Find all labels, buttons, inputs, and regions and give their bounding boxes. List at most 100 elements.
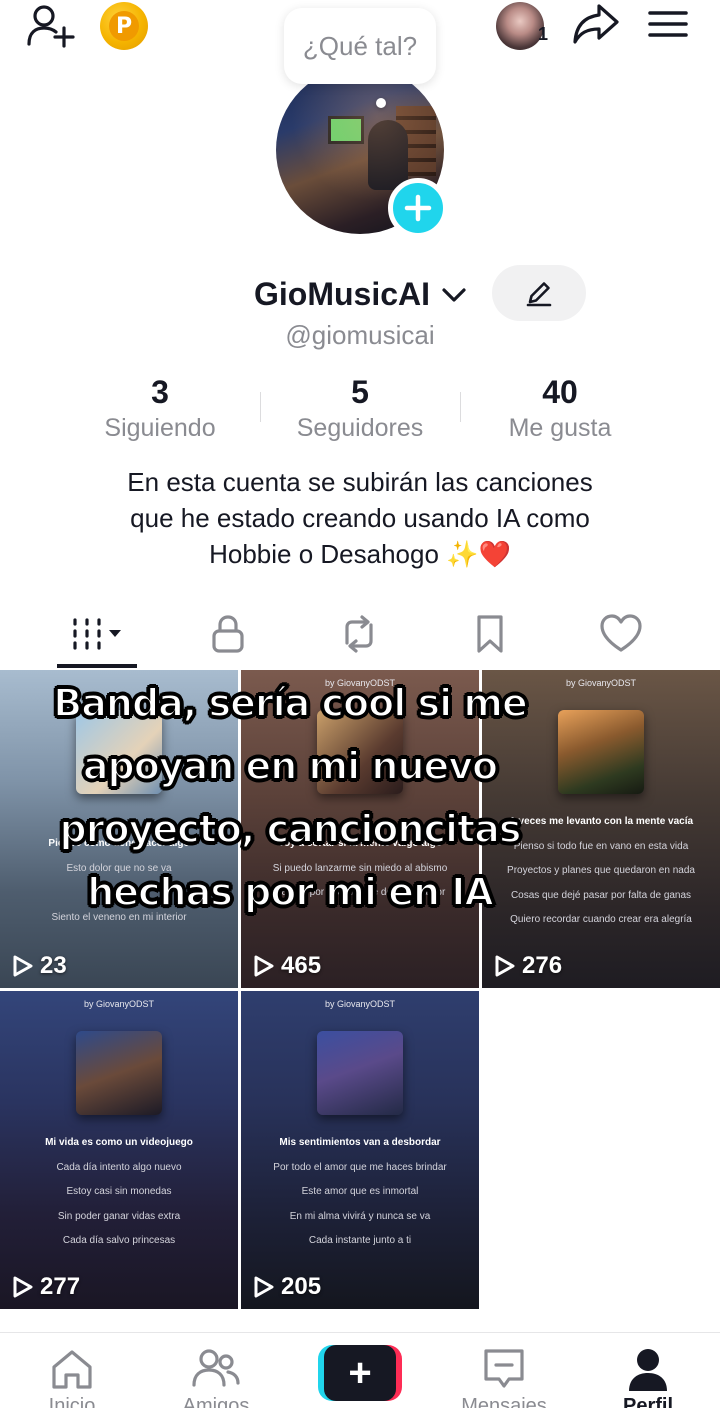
video-credit: by GiovanyODST (83, 999, 155, 1009)
view-count-value: 277 (40, 1273, 81, 1300)
tab-reposts[interactable] (319, 606, 399, 662)
bookmark-icon (477, 615, 503, 653)
edit-profile-button[interactable] (492, 265, 586, 321)
create-icon: + (324, 1345, 396, 1401)
friends-icon (192, 1349, 240, 1387)
view-count: 465 (253, 952, 321, 980)
nav-profile[interactable]: Perfil (576, 1333, 720, 1408)
notification-count: 1 (538, 24, 549, 44)
video-lyrics: Mis sentimientos van a desbordar Por tod… (241, 1131, 479, 1254)
play-icon (13, 1276, 33, 1298)
heart-icon (600, 614, 642, 652)
lyric-line: Cada día intento algo nuevo (56, 1161, 182, 1173)
coin-letter: P (109, 11, 139, 41)
nav-label: Amigos (182, 1395, 250, 1408)
create-button[interactable]: + (318, 1345, 402, 1401)
stat-divider (460, 392, 461, 422)
content-tabs (0, 600, 720, 670)
nav-home[interactable]: Inicio (0, 1333, 144, 1408)
status-bubble[interactable]: ¿Qué tal? (284, 8, 436, 84)
video-credit: by GiovanyODST (324, 999, 396, 1009)
bio-line: En esta cuenta se subirán las canciones (127, 467, 593, 497)
grid-sort-icon (73, 618, 121, 650)
view-count: 205 (253, 1273, 321, 1301)
lyric-line: Mis sentimientos van a desbordar (279, 1137, 441, 1148)
video-thumbnail-art (317, 1031, 403, 1115)
nav-create[interactable]: + (288, 1333, 432, 1408)
tab-liked[interactable] (581, 606, 661, 662)
video-lyrics: Mi vida es como un videojuego Cada día i… (0, 1131, 238, 1254)
menu-icon[interactable] (646, 6, 690, 42)
username-handle: @giomusicai (285, 320, 435, 350)
video-tile[interactable]: by GiovanyODST Mis sentimientos van a de… (241, 991, 479, 1309)
nav-friends[interactable]: Amigos (144, 1333, 288, 1408)
bio-line: Hobbie o Desahogo ✨❤️ (209, 539, 511, 569)
nav-inbox[interactable]: Mensajes (432, 1333, 576, 1408)
stat-divider (260, 392, 261, 422)
status-bubble-text: ¿Qué tal? (302, 30, 418, 61)
lock-icon (212, 615, 244, 653)
bubble-tail (376, 98, 386, 108)
repost-icon (345, 615, 373, 653)
share-icon[interactable] (570, 2, 622, 46)
plus-icon (404, 194, 432, 222)
tab-private[interactable] (188, 606, 268, 662)
view-count: 277 (12, 1273, 80, 1301)
account-switcher-avatar[interactable] (496, 2, 544, 50)
stat-value: 40 (542, 374, 578, 410)
view-count-value: 23 (40, 952, 67, 979)
stat-value: 3 (151, 374, 169, 410)
home-icon (52, 1350, 92, 1389)
lyric-line: Este amor que es inmortal (301, 1186, 419, 1197)
caption-line: apoyan en mi nuevo (82, 743, 499, 789)
view-count-value: 465 (281, 952, 322, 979)
lyric-line: Mi vida es como un videojuego (45, 1137, 193, 1148)
view-count-value: 276 (522, 952, 563, 979)
lyric-line: En mi alma vivirá y nunca se va (289, 1210, 431, 1222)
add-story-button[interactable] (388, 178, 448, 238)
stat-value: 5 (351, 374, 369, 410)
play-icon (495, 955, 515, 977)
stat-label: Seguidores (296, 414, 424, 442)
play-icon (13, 955, 33, 977)
stats-row: 3 Siguiendo 5 Seguidores 40 Me gusta (60, 372, 660, 448)
profile-bio: En esta cuenta se subirán las canciones … (60, 464, 660, 572)
caption-line: Banda, sería cool si me (52, 680, 528, 726)
view-count-value: 205 (281, 1273, 322, 1300)
stat-following[interactable]: 3 Siguiendo (60, 372, 260, 448)
name-row: GioMusicAI (0, 265, 720, 321)
play-icon (254, 1276, 274, 1298)
display-name[interactable]: GioMusicAI (254, 276, 430, 313)
stat-label: Me gusta (508, 414, 612, 442)
lyric-line: Sin poder ganar vidas extra (57, 1210, 181, 1222)
lyric-line: Por todo el amor que me haces brindar (273, 1161, 447, 1173)
video-thumbnail-art (76, 1031, 162, 1115)
coins-icon[interactable]: P (100, 2, 148, 50)
profile-icon (629, 1349, 667, 1391)
caption-line: hechas por mi en IA (86, 869, 495, 915)
stat-label: Siguiendo (104, 414, 216, 442)
view-count: 23 (12, 952, 67, 980)
caption-line: proyecto, cancioncitas (59, 806, 523, 852)
video-tile[interactable]: by GiovanyODST Mi vida es como un videoj… (0, 991, 238, 1309)
play-icon (254, 955, 274, 977)
stat-followers[interactable]: 5 Seguidores (260, 372, 460, 448)
overlay-caption: Banda, sería cool si me apoyan en mi nue… (30, 672, 550, 924)
video-thumbnail-art (558, 710, 644, 794)
tab-videos[interactable] (57, 606, 137, 662)
lyric-line: Estoy casi sin monedas (66, 1186, 172, 1197)
lyric-line: Cada día salvo princesas (62, 1235, 176, 1246)
view-count: 276 (494, 952, 562, 980)
nav-label: Inicio (48, 1395, 96, 1408)
lyric-line: Cada instante junto a ti (308, 1235, 412, 1246)
pencil-icon (526, 282, 552, 307)
add-friend-icon[interactable] (26, 2, 76, 48)
active-tab-indicator (57, 664, 137, 668)
bio-line: que he estado creando usando IA como (130, 503, 590, 533)
nav-label: Perfil (622, 1395, 674, 1408)
chevron-down-icon[interactable] (440, 284, 468, 306)
tab-favorites[interactable] (450, 606, 530, 662)
nav-label: Mensajes (461, 1395, 547, 1408)
bottom-navigation: Inicio Amigos + Mensajes Perfil (0, 1332, 720, 1408)
stat-likes[interactable]: 40 Me gusta (460, 372, 660, 448)
